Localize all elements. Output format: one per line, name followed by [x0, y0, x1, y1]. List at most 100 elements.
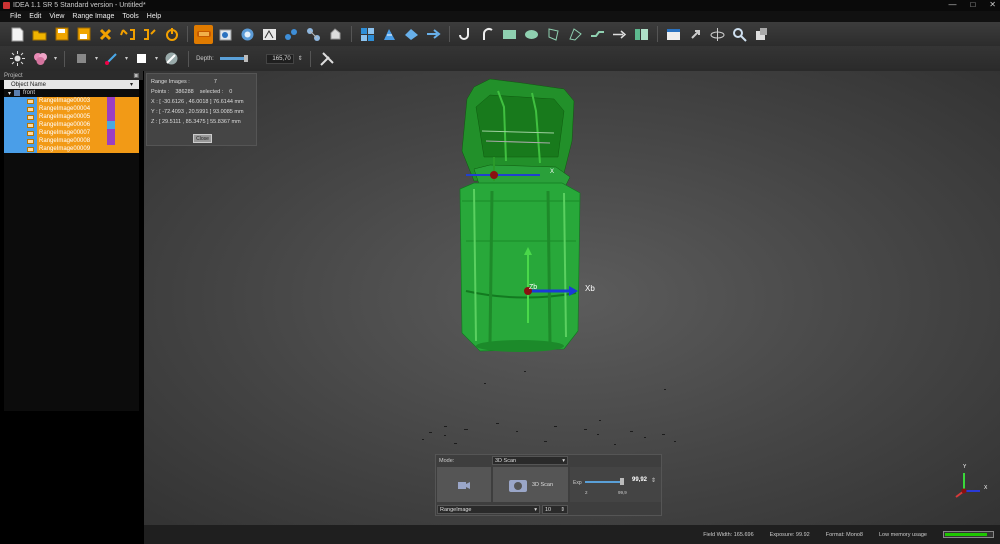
tree-row[interactable]: RangeImage00005: [4, 113, 139, 121]
color-swatch[interactable]: [107, 121, 115, 129]
ellipse-icon[interactable]: [522, 25, 541, 44]
menu-view[interactable]: View: [49, 13, 64, 20]
measure-icon[interactable]: [304, 25, 323, 44]
color-swatch[interactable]: [107, 105, 115, 113]
chevron-down-icon[interactable]: ▾: [125, 55, 128, 62]
scan-3d-button[interactable]: 3D Scan: [493, 467, 568, 502]
save-as-icon[interactable]: [74, 25, 93, 44]
visibility-cell[interactable]: [99, 129, 107, 137]
spinner-icon[interactable]: ⇕: [298, 55, 303, 62]
bird-icon[interactable]: [402, 25, 421, 44]
lasso-icon[interactable]: [544, 25, 563, 44]
exposure-slider[interactable]: [585, 481, 623, 483]
visibility-cell[interactable]: [99, 121, 107, 129]
orbit-icon[interactable]: [708, 25, 727, 44]
range-count-input[interactable]: 10 ⇕: [542, 505, 568, 514]
spinner-icon: ⇕: [560, 507, 565, 513]
selection-highlight: [4, 113, 27, 121]
redo-icon[interactable]: [140, 25, 159, 44]
align-icon[interactable]: [216, 25, 235, 44]
visibility-cell[interactable]: [99, 113, 107, 121]
open-folder-icon[interactable]: [30, 25, 49, 44]
material-icon[interactable]: [31, 49, 50, 68]
brush-icon[interactable]: [162, 49, 181, 68]
new-icon[interactable]: [8, 25, 27, 44]
zoom-icon[interactable]: [730, 25, 749, 44]
mode-select[interactable]: 3D Scan ▾: [492, 456, 568, 465]
wrench-icon[interactable]: [318, 49, 337, 68]
3d-viewport[interactable]: X Zb Xb Range Images : 7 Points : 386288 se…: [144, 71, 1000, 525]
merge-icon[interactable]: [260, 25, 279, 44]
chevron-down-icon: ▾: [562, 458, 565, 464]
info-close-button[interactable]: Close: [193, 134, 212, 143]
exp-label: Exp: [573, 480, 582, 486]
visibility-cell[interactable]: [99, 97, 107, 105]
save-icon[interactable]: [52, 25, 71, 44]
cube-icon[interactable]: [752, 25, 771, 44]
tree-root[interactable]: ▾ front: [4, 89, 139, 97]
tree-row[interactable]: RangeImage00007: [4, 129, 139, 137]
transform-icon[interactable]: [102, 49, 121, 68]
depth-input[interactable]: 165,70: [265, 53, 294, 64]
depth-slider[interactable]: [219, 55, 248, 62]
arrow-icon[interactable]: [424, 25, 443, 44]
menu-edit[interactable]: Edit: [29, 13, 41, 20]
window-icon[interactable]: [664, 25, 683, 44]
white-swatch-icon[interactable]: [132, 49, 151, 68]
visibility-cell[interactable]: [99, 145, 107, 153]
undo-icon[interactable]: [118, 25, 137, 44]
color-swatch[interactable]: [107, 145, 115, 153]
poly-icon[interactable]: [566, 25, 585, 44]
tree-row[interactable]: RangeImage00003: [4, 97, 139, 105]
range-image-select[interactable]: RangeImage ▾: [437, 505, 540, 514]
range-image-label: RangeImage00008: [37, 137, 99, 145]
tree-row[interactable]: RangeImage00006: [4, 121, 139, 129]
gray-swatch-icon[interactable]: [72, 49, 91, 68]
orientation-gizmo[interactable]: [946, 465, 986, 505]
spinner-icon[interactable]: ⇕: [651, 477, 656, 484]
close-window-button[interactable]: ✕: [989, 0, 996, 9]
tree-row[interactable]: RangeImage00009: [4, 145, 139, 153]
collapse-icon[interactable]: ▾: [8, 90, 11, 97]
object-name-header[interactable]: Object Name ▾: [4, 80, 139, 89]
points-icon[interactable]: [282, 25, 301, 44]
arrow-right-icon[interactable]: [610, 25, 629, 44]
delete-icon[interactable]: [96, 25, 115, 44]
pin-icon[interactable]: [686, 25, 705, 44]
rect-icon[interactable]: [500, 25, 519, 44]
maximize-button[interactable]: □: [970, 0, 975, 9]
grid-icon[interactable]: [358, 25, 377, 44]
line-icon[interactable]: [588, 25, 607, 44]
color-swatch[interactable]: [107, 137, 115, 145]
color-swatch[interactable]: [107, 113, 115, 121]
menu-tools[interactable]: Tools: [122, 13, 138, 20]
menu-help[interactable]: Help: [147, 13, 161, 20]
scan-tool-icon[interactable]: [194, 24, 213, 44]
color-swatch[interactable]: [107, 97, 115, 105]
mesh-icon[interactable]: [380, 25, 399, 44]
color-swatch[interactable]: [107, 129, 115, 137]
panel-float-icon[interactable]: ▣: [133, 72, 139, 79]
selection-highlight: [4, 97, 27, 105]
chevron-down-icon[interactable]: ▾: [155, 55, 158, 62]
rotate-icon[interactable]: [238, 25, 257, 44]
tree-row[interactable]: RangeImage00008: [4, 137, 139, 145]
visibility-cell[interactable]: [99, 105, 107, 113]
menu-range-image[interactable]: Range Image: [72, 13, 114, 20]
range-image-icon: [27, 137, 37, 145]
light-icon[interactable]: [8, 49, 27, 68]
exposure-slider-handle[interactable]: [620, 478, 624, 485]
menu-file[interactable]: File: [10, 13, 21, 20]
chevron-down-icon[interactable]: ▾: [95, 55, 98, 62]
minimize-button[interactable]: —: [948, 0, 956, 9]
tree-row[interactable]: RangeImage00004: [4, 105, 139, 113]
panel-icon[interactable]: [632, 25, 651, 44]
video-button[interactable]: [437, 467, 491, 502]
chevron-down-icon[interactable]: ▾: [54, 55, 57, 62]
object-icon[interactable]: [326, 25, 345, 44]
hook-icon[interactable]: [456, 25, 475, 44]
curve-icon[interactable]: [478, 25, 497, 44]
visibility-cell[interactable]: [99, 137, 107, 145]
format-status: Format: Mono8: [825, 531, 863, 538]
power-icon[interactable]: [162, 25, 181, 44]
